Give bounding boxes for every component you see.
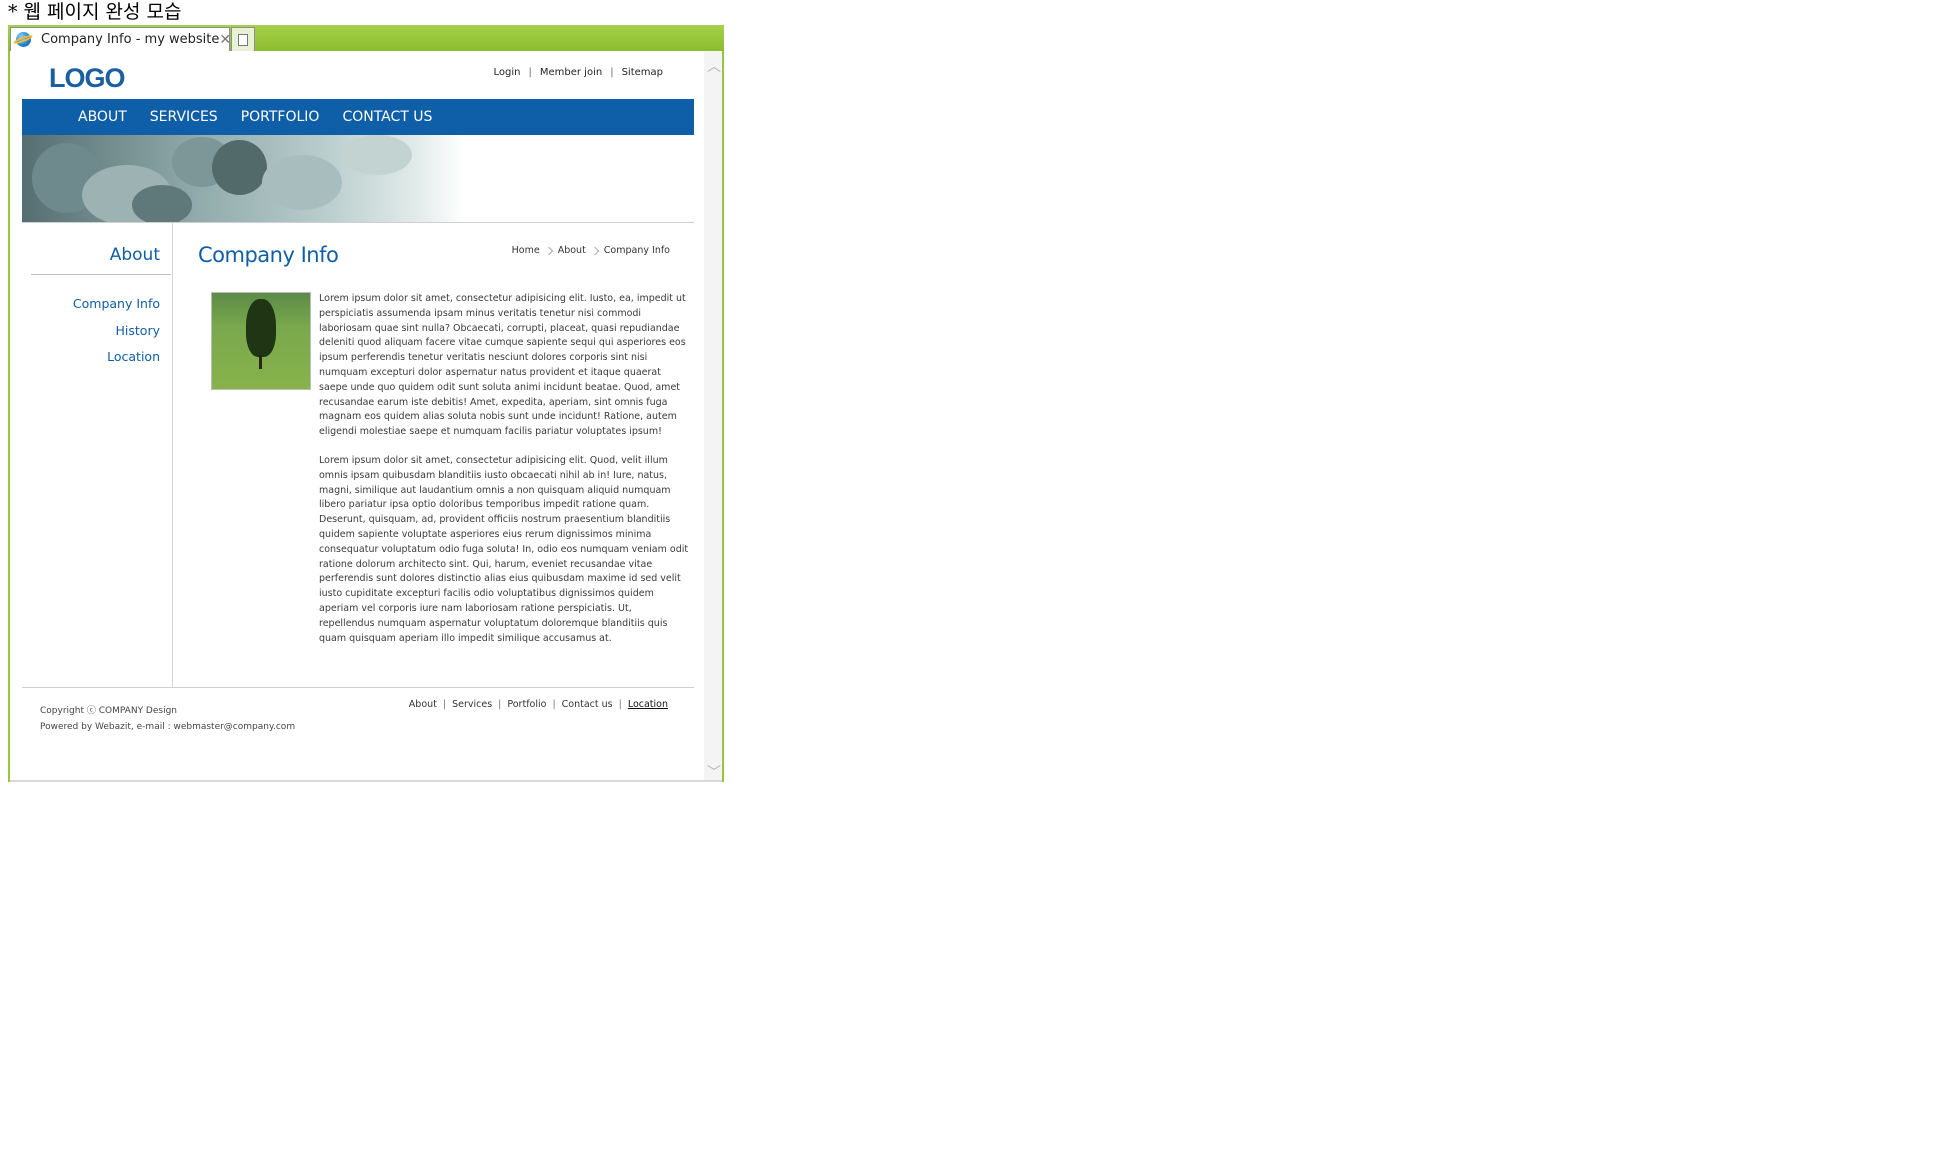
nav-contact-us[interactable]: CONTACT US [342, 109, 432, 125]
window-bottom-edge [10, 780, 722, 782]
footer-nav: About | Services | Portfolio | Contact u… [409, 699, 668, 710]
footer-link-location[interactable]: Location [628, 699, 668, 710]
member-join-link[interactable]: Member join [540, 67, 602, 78]
breadcrumb-current: Company Info [603, 245, 670, 256]
breadcrumb: Home About Company Info [512, 245, 670, 256]
footer-divider [22, 687, 694, 688]
header-visual-image [22, 135, 694, 223]
nav-services[interactable]: SERVICES [150, 109, 218, 125]
new-tab-icon [238, 33, 248, 46]
footer-link-portfolio[interactable]: Portfolio [507, 699, 546, 710]
chevron-right-icon [590, 246, 600, 255]
tree-photo [211, 292, 311, 390]
page-title: Company Info [198, 243, 339, 267]
chevron-up-icon[interactable]: ︿ [707, 60, 721, 74]
main-nav: ABOUT SERVICES PORTFOLIO CONTACT US [22, 99, 694, 135]
login-link[interactable]: Login [494, 67, 521, 78]
footer-link-services[interactable]: Services [452, 699, 492, 710]
sub-nav: About Company Info History Location [22, 223, 173, 687]
nav-about[interactable]: ABOUT [78, 109, 127, 125]
page-caption: * 웹 페이지 완성 모습 [8, 1, 182, 23]
tree-trunk [259, 355, 262, 369]
website: LOGO Login | Member join | Sitemap ABOUT… [22, 51, 694, 780]
nav-portfolio[interactable]: PORTFOLIO [241, 109, 320, 125]
chevron-right-icon [544, 246, 553, 255]
sitemap-link[interactable]: Sitemap [622, 67, 663, 78]
browser-tab[interactable]: Company Info - my website ✕ [10, 27, 231, 51]
copyright-text: Copyright ⓒ COMPANY Design [40, 706, 178, 716]
sub-nav-list: Company Info History Location [73, 291, 160, 371]
footer-link-contact[interactable]: Contact us [562, 699, 613, 710]
body-text: Lorem ipsum dolor sit amet, consectetur … [319, 292, 689, 660]
ie-icon [16, 32, 31, 47]
paragraph: Lorem ipsum dolor sit amet, consectetur … [319, 454, 689, 644]
site-logo[interactable]: LOGO [49, 63, 125, 94]
breadcrumb-about[interactable]: About [558, 245, 586, 256]
chevron-down-icon[interactable]: ﹀ [707, 766, 721, 780]
sub-nav-item-history[interactable]: History [73, 318, 160, 345]
utility-divider: | [528, 67, 532, 78]
close-icon[interactable]: ✕ [219, 32, 231, 48]
footer-divider-bar: | [552, 699, 556, 710]
breadcrumb-home[interactable]: Home [512, 245, 540, 256]
utility-nav: Login | Member join | Sitemap [494, 67, 663, 78]
footer-link-about[interactable]: About [409, 699, 437, 710]
main-content: Company Info Home About Company Info Lor… [198, 223, 694, 687]
page-viewport: LOGO Login | Member join | Sitemap ABOUT… [10, 51, 706, 780]
new-tab-button[interactable] [231, 27, 255, 51]
tree-crown [246, 299, 276, 357]
sub-nav-item-location[interactable]: Location [73, 344, 160, 371]
utility-divider: | [610, 67, 614, 78]
paragraph: Lorem ipsum dolor sit amet, consectetur … [319, 293, 686, 438]
sub-nav-item-company-info[interactable]: Company Info [73, 291, 160, 318]
footer-divider-bar: | [498, 699, 502, 710]
sub-nav-divider [31, 274, 171, 275]
browser-window: Company Info - my website ✕ LOGO Login |… [8, 25, 724, 782]
sub-nav-title: About [109, 245, 160, 265]
tab-title: Company Info - my website [41, 32, 220, 47]
footer-divider-bar: | [442, 699, 447, 710]
vertical-scrollbar[interactable]: ︿ ﹀ [704, 51, 722, 780]
footer-divider-bar: | [618, 699, 622, 710]
powered-by-text: Powered by Webazit, e-mail : webmaster@c… [40, 722, 296, 732]
copyright: Copyright ⓒ COMPANY Design Powered by We… [40, 703, 295, 735]
tab-strip: Company Info - my website ✕ [8, 25, 724, 51]
